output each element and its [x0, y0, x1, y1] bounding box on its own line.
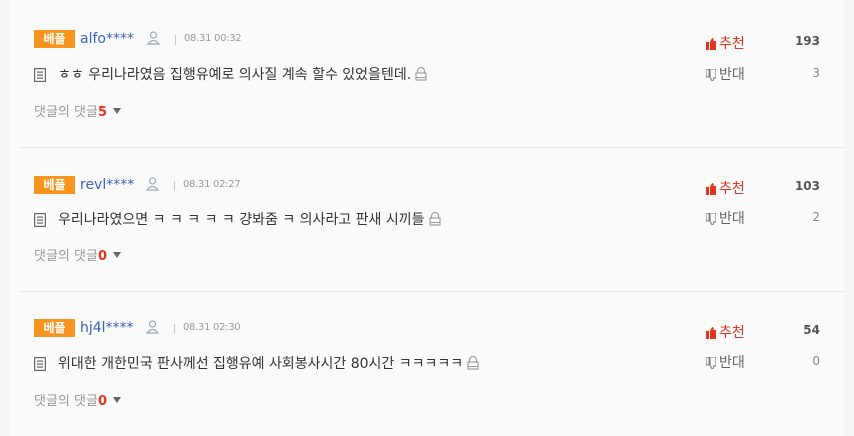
recommend-label: 추천 [719, 36, 745, 52]
report-icon[interactable] [467, 356, 479, 370]
thumbs-down-icon [706, 213, 716, 225]
replies-toggle[interactable]: 댓글의 댓글0 [34, 248, 121, 266]
username[interactable]: hj4l**** [80, 319, 134, 337]
replies-toggle[interactable]: 댓글의 댓글0 [34, 393, 121, 411]
replies-toggle[interactable]: 댓글의 댓글5 [34, 104, 121, 122]
separator [174, 324, 175, 334]
comment-text: ㅎㅎ 우리나라였음 집행유예로 의사질 계속 할수 있었을텐데. [58, 66, 427, 84]
separator [175, 35, 176, 45]
replies-count: 0 [97, 394, 107, 409]
caret-down-icon [112, 108, 121, 114]
thumbs-down-icon [706, 69, 716, 81]
document-icon [34, 213, 46, 227]
recommend-label: 추천 [719, 325, 745, 341]
best-badge: 베플 [34, 176, 75, 194]
timestamp: 08.31 02:30 [183, 322, 241, 333]
document-icon [34, 68, 46, 82]
thumbs-up-icon [706, 327, 716, 339]
best-badge: 베플 [34, 30, 75, 48]
replies-label: 댓글의 댓글 [34, 105, 98, 120]
replies-count: 0 [97, 249, 107, 264]
person-icon[interactable] [146, 320, 159, 334]
caret-down-icon [112, 397, 121, 403]
comment-item: 베플 revl**** 08.31 02:27 우리나라였으면 ㅋ ㅋ ㅋ ㅋ … [10, 146, 844, 276]
report-icon[interactable] [428, 212, 441, 226]
oppose-button[interactable]: 반대 [706, 210, 745, 228]
timestamp: 08.31 02:27 [183, 179, 241, 190]
best-comments-list: 베플 alfo**** 08.31 00:32 ㅎㅎ 우리나라였음 집행유예로 … [10, 0, 844, 436]
replies-label: 댓글의 댓글 [34, 249, 98, 264]
comment-text: 우리나라였으면 ㅋ ㅋ ㅋ ㅋ ㅋ 걍봐줌 ㅋ 의사라고 판새 시끼들 [58, 211, 441, 229]
oppose-button[interactable]: 반대 [706, 66, 745, 84]
comment-item: 베플 hj4l**** 08.31 02:30 위대한 개한민국 판사께선 집행… [10, 290, 844, 420]
recommend-button[interactable]: 추천 [706, 35, 745, 53]
username[interactable]: revl**** [80, 176, 134, 194]
oppose-label: 반대 [719, 67, 745, 83]
comment-item: 베플 alfo**** 08.31 00:32 ㅎㅎ 우리나라였음 집행유예로 … [10, 0, 844, 130]
recommend-button[interactable]: 추천 [706, 180, 745, 198]
caret-down-icon [112, 252, 121, 258]
comment-body: ㅎㅎ 우리나라였음 집행유예로 의사질 계속 할수 있었을텐데. [58, 67, 412, 83]
oppose-count: 3 [812, 66, 820, 80]
comment-text: 위대한 개한민국 판사께선 집행유예 사회봉사시간 80시간 ㅋㅋㅋㅋㅋ [58, 355, 479, 373]
oppose-label: 반대 [719, 355, 745, 371]
recommend-count: 54 [803, 323, 820, 337]
document-icon [34, 357, 46, 371]
recommend-count: 193 [794, 34, 820, 48]
timestamp: 08.31 00:32 [184, 33, 242, 44]
thumbs-up-icon [706, 183, 716, 195]
best-badge: 베플 [34, 319, 75, 337]
separator [174, 181, 175, 191]
person-icon[interactable] [146, 177, 159, 191]
person-icon[interactable] [147, 31, 160, 45]
comment-body: 위대한 개한민국 판사께선 집행유예 사회봉사시간 80시간 ㅋㅋㅋㅋㅋ [58, 356, 464, 372]
thumbs-down-icon [706, 357, 716, 369]
oppose-label: 반대 [719, 211, 745, 227]
oppose-count: 0 [812, 354, 820, 368]
replies-label: 댓글의 댓글 [34, 394, 98, 409]
recommend-label: 추천 [719, 181, 745, 197]
report-icon[interactable] [415, 67, 427, 81]
thumbs-up-icon [706, 38, 716, 50]
recommend-button[interactable]: 추천 [706, 324, 745, 342]
username[interactable]: alfo**** [80, 30, 134, 48]
replies-count: 5 [97, 105, 107, 120]
recommend-count: 103 [794, 179, 820, 193]
comment-body: 우리나라였으면 ㅋ ㅋ ㅋ ㅋ ㅋ 걍봐줌 ㅋ 의사라고 판새 시끼들 [58, 212, 425, 228]
oppose-button[interactable]: 반대 [706, 354, 745, 372]
oppose-count: 2 [812, 210, 820, 224]
